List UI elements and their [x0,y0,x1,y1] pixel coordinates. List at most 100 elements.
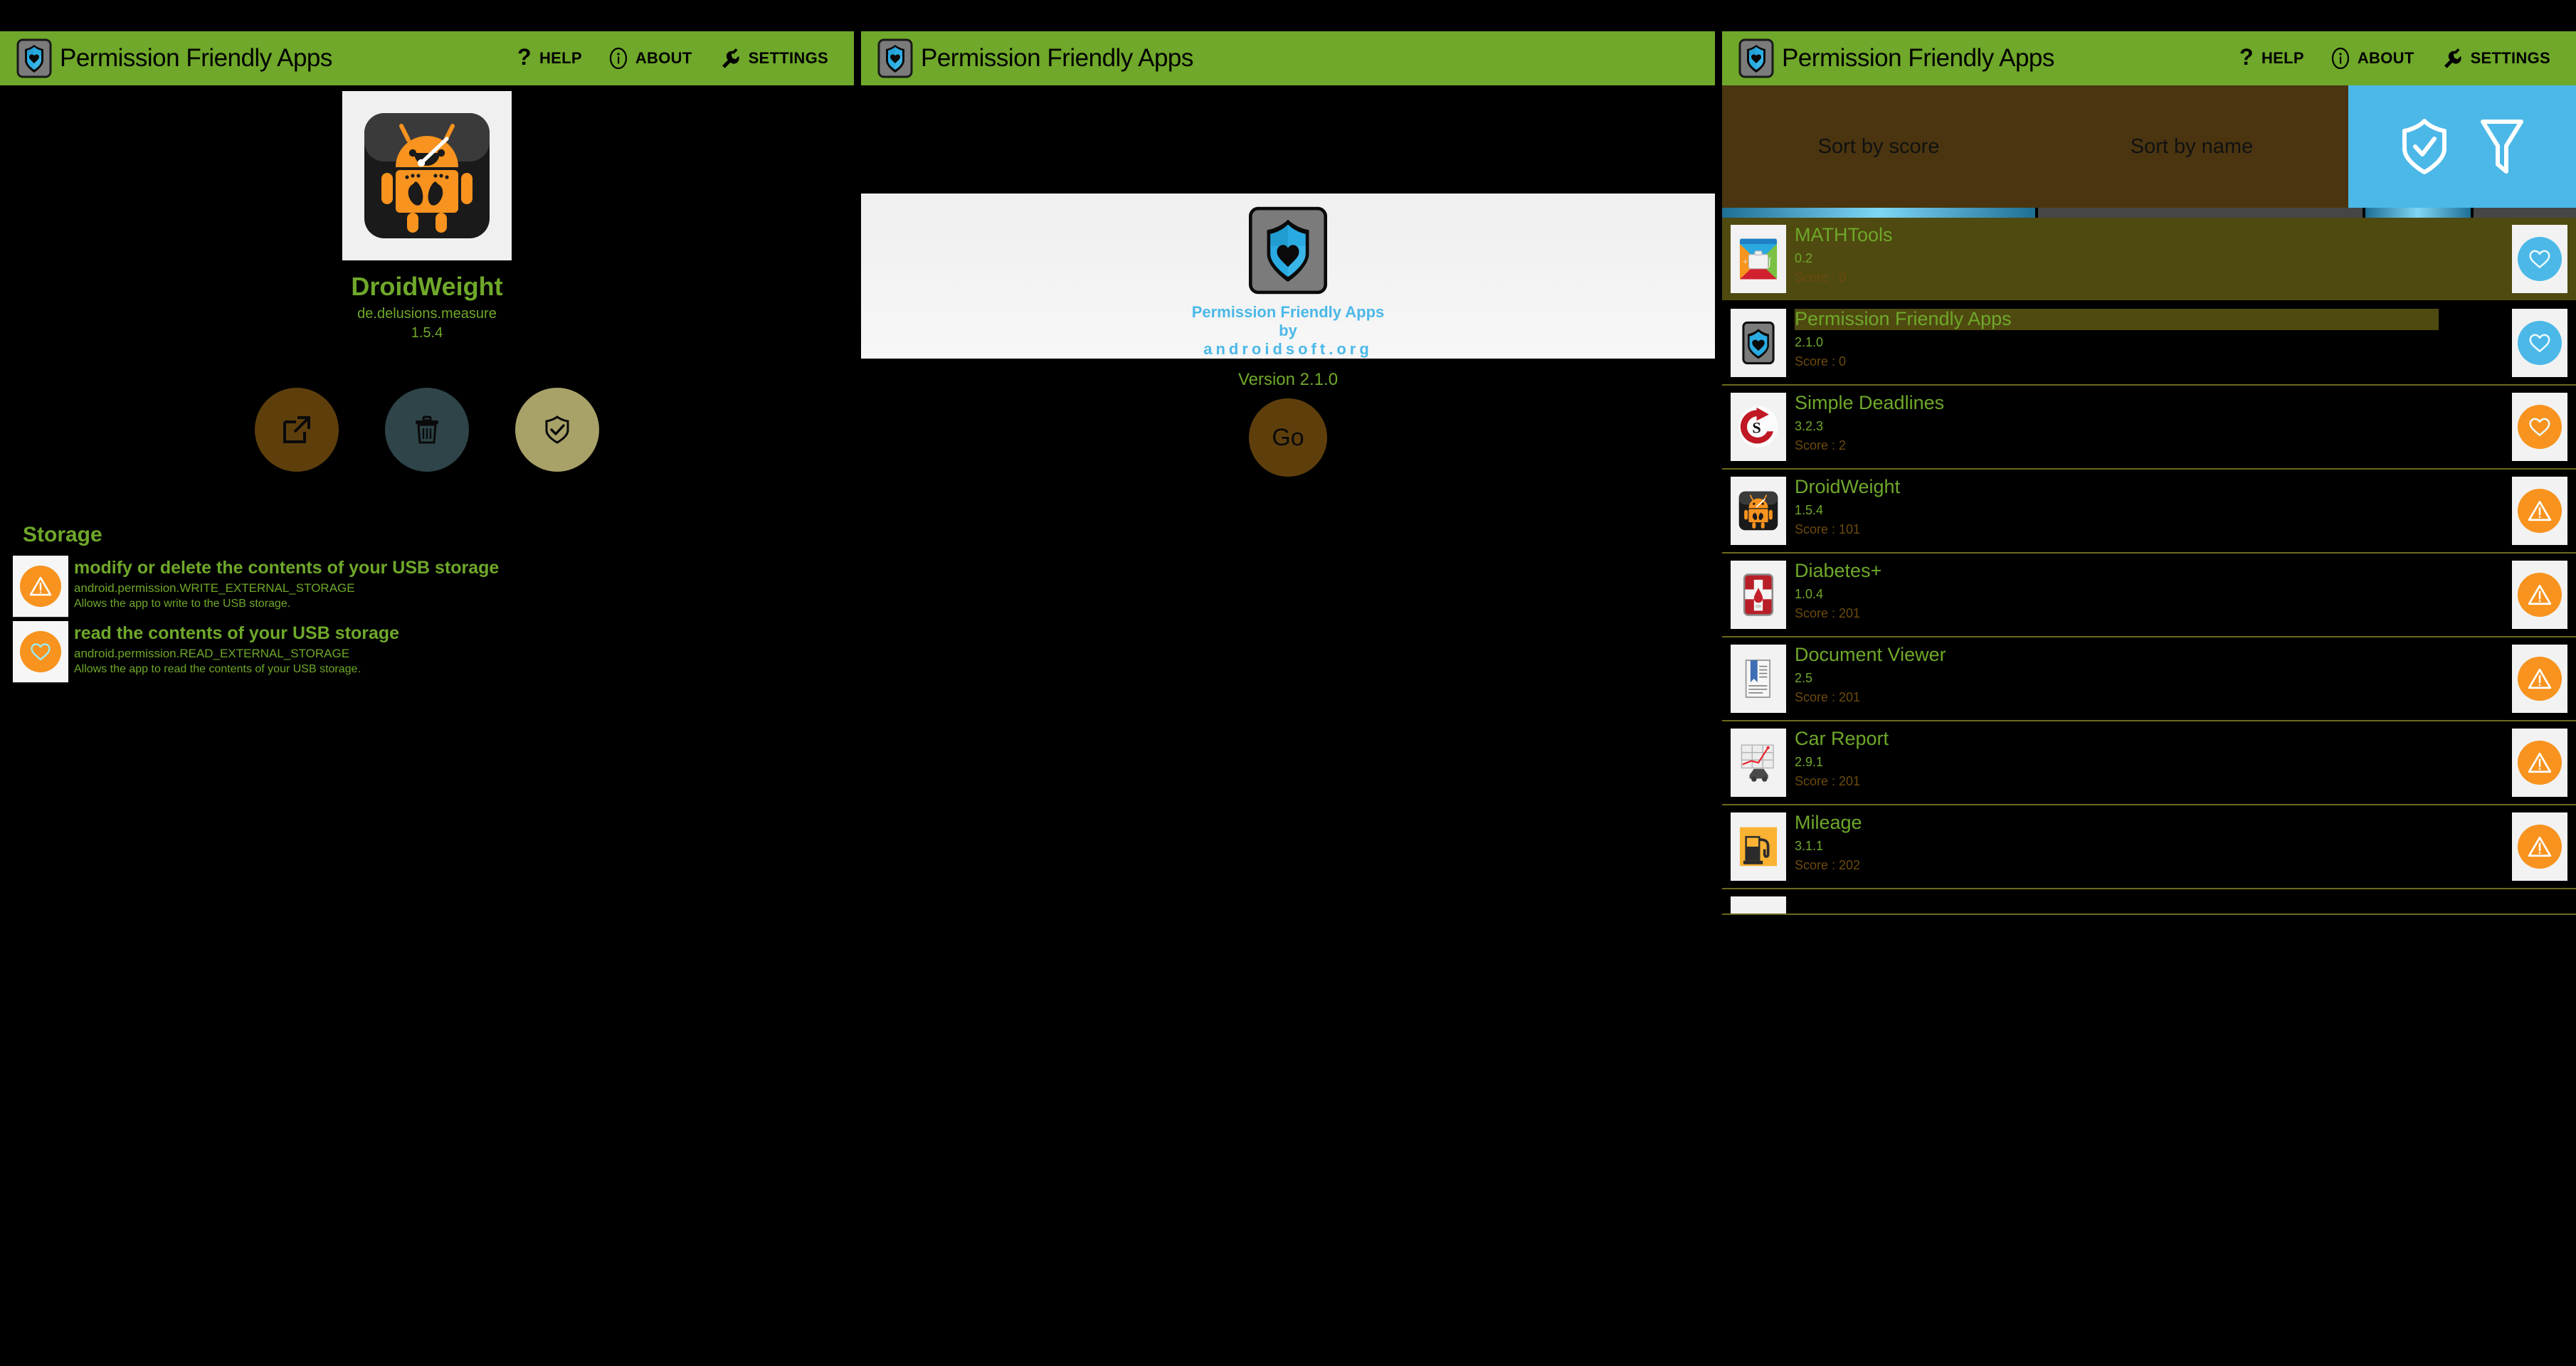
permission-icon-container [13,621,68,684]
app-bar-title: Permission Friendly Apps [1782,44,2054,72]
status-badge[interactable] [2512,812,2567,881]
list-item[interactable]: DroidWeight 1.5.4 Score : 101 [1722,470,2576,554]
permissions-section: Storage modify or delete the contents of… [0,523,854,687]
list-item[interactable]: Diabetes+ 1.0.4 Score : 201 [1722,554,2576,637]
list-item[interactable]: Permission Friendly Apps 2.1.0 Score : 0 [1722,302,2576,386]
app-bar-title: Permission Friendly Apps [921,44,1193,72]
status-badge[interactable] [2512,309,2567,377]
app-icon-container: S [1731,393,1786,461]
permission-constant: android.permission.WRITE_EXTERNAL_STORAG… [74,581,355,595]
status-badge[interactable] [2512,645,2567,713]
app-icon-container [1731,812,1786,881]
app-version: 3.1.1 [1795,838,1824,853]
permission-constant: android.permission.READ_EXTERNAL_STORAGE [74,647,350,661]
mathtools-icon: + ∫ [1739,238,1778,280]
status-badge[interactable] [2512,729,2567,797]
app-version: 3.2.3 [1795,418,1824,433]
trash-icon [416,415,438,444]
permission-text: read the contents of your USB storage an… [74,621,399,676]
list-item[interactable] [1722,889,2576,915]
question-mark-icon: ? [2239,46,2254,70]
status-badge[interactable] [2512,477,2567,545]
help-label: HELP [2261,49,2304,67]
app-version: 2.9.1 [1795,754,1824,769]
diabetes-blood-drop-icon [1743,573,1774,616]
tab-indicator-score [1722,208,2035,218]
permission-row[interactable]: modify or delete the contents of your US… [0,556,854,621]
list-item[interactable]: Document Viewer 2.5 Score : 201 [1722,637,2576,721]
app-name: DroidWeight [1795,476,1901,497]
app-version: 1.5.4 [1795,502,1824,517]
splash-by: by [1279,322,1297,339]
app-score: Score : 101 [1795,521,1861,536]
tab-sort-by-name[interactable]: Sort by name [2035,85,2348,208]
app-info: Permission Friendly Apps 2.1.0 Score : 0 [1795,308,2512,369]
shield-heart-logo-icon [1248,206,1328,295]
sort-tab-bar: Sort by score Sort by name [1722,85,2576,208]
list-item[interactable]: + ∫ MATHTools 0.2 Score : 0 [1722,218,2576,302]
list-item[interactable]: Mileage 3.1.1 Score : 202 [1722,805,2576,889]
app-name: DroidWeight [351,272,503,301]
app-list[interactable]: + ∫ MATHTools 0.2 Score : 0 Permission Frie… [1722,218,2576,1366]
app-info: Document Viewer 2.5 Score : 201 [1795,644,2512,705]
status-badge[interactable] [2512,561,2567,629]
app-score: Score : 0 [1795,270,1847,285]
verify-app-button[interactable] [515,388,599,472]
app-info: DroidWeight 1.5.4 Score : 101 [1795,476,2512,537]
permission-group-title: Storage [23,523,102,546]
go-button[interactable]: Go [1249,398,1327,477]
app-info: Diabetes+ 1.0.4 Score : 201 [1795,560,2512,621]
panel-splash: Permission Friendly Apps Permission Frie… [861,0,1715,1366]
filter-funnel-icon[interactable] [2479,117,2525,176]
app-icon-container [1731,896,1786,914]
droidweight-android-scale-icon [1738,491,1778,531]
permission-title: modify or delete the contents of your US… [74,558,500,578]
shield-check-icon[interactable] [2399,117,2450,176]
tab-indicator-filter [2474,208,2576,218]
app-icon-container [1731,561,1786,629]
about-action[interactable]: ABOUT [2330,48,2414,69]
shield-check-icon [545,415,569,444]
status-badge[interactable] [2512,393,2567,461]
document-viewer-icon [1745,660,1771,698]
tab-sort-by-score[interactable]: Sort by score [1722,85,2035,208]
status-badge-circle [2518,489,2562,533]
app-score: Score : 201 [1795,773,1861,788]
heart-icon [2529,418,2550,436]
shield-heart-logo-icon [877,38,913,78]
app-header: DroidWeight de.delusions.measure 1.5.4 [0,91,854,342]
warning-triangle-icon [2528,584,2552,605]
status-badge-circle [2518,405,2562,449]
list-item[interactable]: S Simple Deadlines 3.2.3 Score : 2 [1722,386,2576,470]
status-badge[interactable] [2512,225,2567,293]
shield-heart-logo-icon [1742,321,1775,365]
heart-badge [20,631,61,672]
app-version: 2.1.0 [1795,334,1824,349]
settings-action[interactable]: SETTINGS [718,46,828,70]
simple-deadlines-icon: S [1738,406,1778,448]
permission-row[interactable]: read the contents of your USB storage an… [0,621,854,687]
list-item[interactable]: Car Report 2.9.1 Score : 201 [1722,721,2576,805]
help-action[interactable]: ? HELP [517,46,582,71]
help-action[interactable]: ? HELP [2239,46,2304,71]
splash-inner: Permission Friendly Apps by androidsoft.… [861,194,1715,359]
settings-action[interactable]: SETTINGS [2440,46,2550,70]
about-action[interactable]: ABOUT [608,48,692,69]
splash-vendor: androidsoft.org [1203,340,1373,358]
go-button-label: Go [1272,423,1304,451]
settings-label: SETTINGS [748,49,828,67]
permission-icon-container [13,556,68,618]
svg-text:?: ? [517,46,532,70]
heart-icon [31,643,51,661]
delete-app-button[interactable] [385,388,469,472]
permission-description: Allows the app to read the contents of y… [74,663,361,676]
tab-sort-by-name-label: Sort by name [2130,134,2254,158]
svg-text:S: S [1752,419,1761,437]
app-name: Simple Deadlines [1795,392,1945,413]
app-name: Mileage [1795,812,1862,833]
app-action-buttons [0,388,854,472]
app-name: MATHTools [1795,224,1893,245]
open-app-button[interactable] [255,388,339,472]
app-info: Car Report 2.9.1 Score : 201 [1795,728,2512,789]
screenshot-root: Permission Friendly Apps ? HELP ABOUT SE… [0,0,2576,1366]
